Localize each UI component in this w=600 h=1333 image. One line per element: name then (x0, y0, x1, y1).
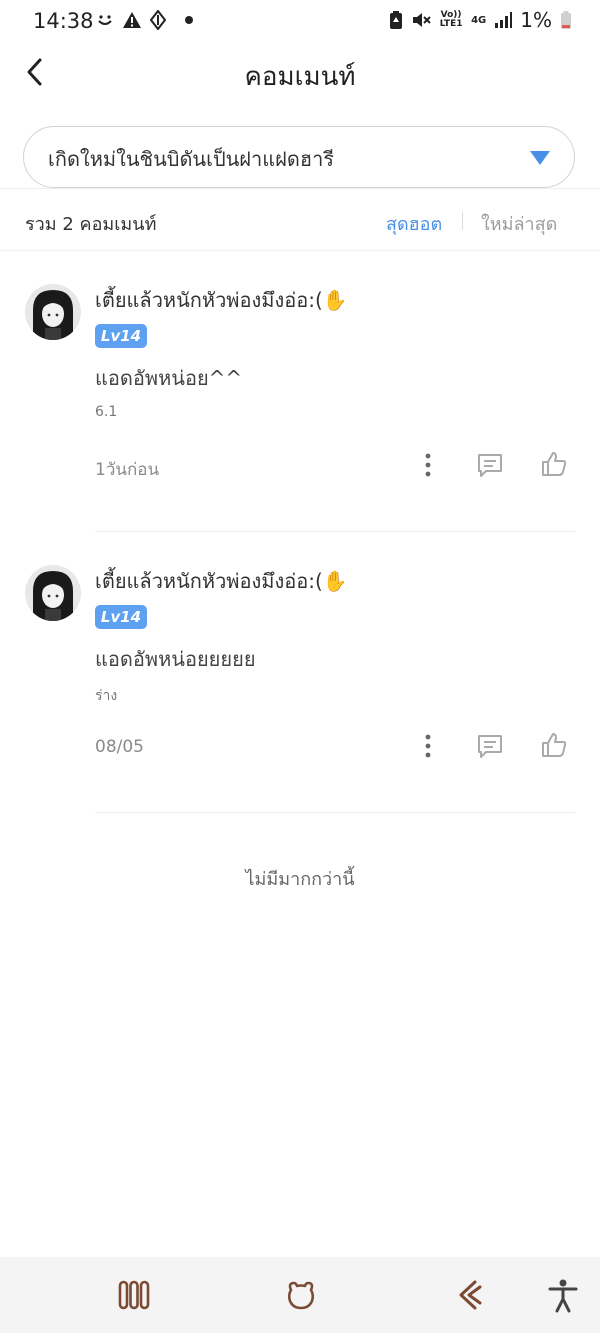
dot-icon (185, 16, 193, 24)
chapter-reference: 6.1 (95, 404, 118, 420)
divider (95, 812, 575, 813)
avatar-image (25, 565, 81, 621)
battery-icon (561, 11, 571, 29)
thumbs-up-icon (542, 452, 567, 476)
recent-apps-button[interactable] (118, 1279, 150, 1315)
like-button[interactable] (540, 450, 568, 482)
page-title: คอมเมนท์ (244, 62, 356, 92)
back-icon (459, 1280, 482, 1310)
recent-apps-icon (118, 1280, 150, 1310)
accessibility-button[interactable] (548, 1279, 578, 1317)
divider (0, 188, 600, 189)
warning-icon (123, 12, 141, 28)
comment-item: เตี้ยแล้วหนักหัวพ่องมึงอ่อ:(✋ Lv14 แอดอั… (0, 533, 600, 813)
comment-time: 08/05 (95, 737, 144, 757)
novel-selector[interactable]: เกิดใหม่ในชินบิดันเป็นฝาแฝดฮารี (23, 126, 575, 188)
top-bar: คอมเมนท์ (0, 44, 600, 104)
reply-comment-icon (478, 735, 502, 758)
level-badge: Lv14 (95, 324, 147, 348)
summary-bar: รวม 2 คอมเมนท์ สุดฮอต ใหม่ล่าสุด (0, 190, 600, 250)
comment-username[interactable]: เตี้ยแล้วหนักหัวพ่องมึงอ่อ:(✋ (95, 565, 348, 597)
sort-hot-tab[interactable]: สุดฮอต (386, 209, 442, 238)
dropdown-triangle-icon (530, 151, 550, 165)
divider (95, 531, 575, 532)
comment-text: แอดอัพหน่อยยยยย (95, 647, 256, 671)
signal-icon (495, 12, 513, 28)
system-nav-bar (0, 1257, 600, 1333)
reply-button[interactable] (476, 452, 504, 482)
home-button[interactable] (285, 1279, 317, 1315)
battery-saver-icon (390, 11, 403, 29)
home-icon (287, 1281, 315, 1310)
comment-text: แอดอัพหน่อย^^ (95, 366, 243, 390)
volte-icon: Vo)) LTE1 (439, 10, 463, 29)
sort-separator (462, 212, 463, 230)
avatar[interactable] (25, 284, 81, 340)
like-button[interactable] (540, 731, 568, 763)
level-badge: Lv14 (95, 605, 147, 629)
sort-newest-tab[interactable]: ใหม่ล่าสุด (481, 209, 557, 238)
avatar-image (25, 284, 81, 340)
accessibility-icon (548, 1279, 578, 1313)
novel-selector-label: เกิดใหม่ในชินบิดันเป็นฝาแฝดฮารี (48, 147, 335, 171)
thumbs-up-icon (542, 733, 567, 757)
reply-comment-icon (478, 454, 502, 477)
more-options-button[interactable] (418, 733, 438, 759)
4g-icon: 4G (471, 14, 487, 26)
chapter-reference: ร่าง (95, 688, 118, 704)
mute-icon (413, 13, 431, 27)
no-more-comments-text: ไม่มีมากกว่านี้ (245, 869, 355, 890)
comment-item: เตี้ยแล้วหนักหัวพ่องมึงอ่อ:(✋ Lv14 แอดอั… (0, 252, 600, 532)
status-time: 14:38 (33, 9, 94, 33)
diamond-icon (150, 10, 166, 30)
status-right-icons: Vo)) LTE1 4G 1% (389, 8, 572, 32)
comment-time: 1วันก่อน (95, 460, 160, 480)
back-nav-button[interactable] (455, 1279, 483, 1315)
more-options-button[interactable] (418, 452, 438, 478)
status-bar: 14:38 Vo)) LTE1 4G 1% (0, 0, 600, 44)
battery-text: 1% (520, 8, 552, 32)
reply-button[interactable] (476, 733, 504, 763)
more-vertical-icon (425, 734, 431, 758)
comment-count: รวม 2 คอมเมนท์ (25, 214, 157, 235)
emoji-icon (98, 15, 112, 25)
divider (0, 250, 600, 251)
avatar[interactable] (25, 565, 81, 621)
status-left-icons (96, 10, 194, 30)
more-vertical-icon (425, 453, 431, 477)
comment-username[interactable]: เตี้ยแล้วหนักหัวพ่องมึงอ่อ:(✋ (95, 284, 348, 316)
